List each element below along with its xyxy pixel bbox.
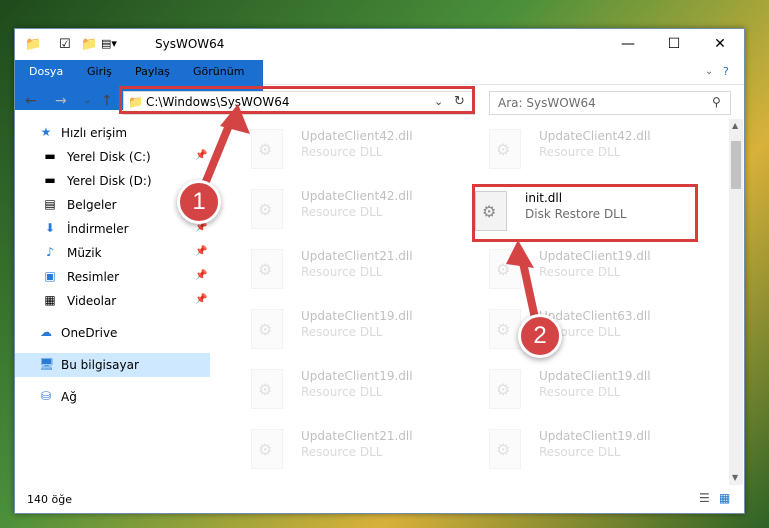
callout-badge-one: 1 [177,180,221,224]
callout-badge-two: 2 [518,314,562,358]
annotation-arrows [196,104,542,336]
arrow-two-head [506,240,534,268]
